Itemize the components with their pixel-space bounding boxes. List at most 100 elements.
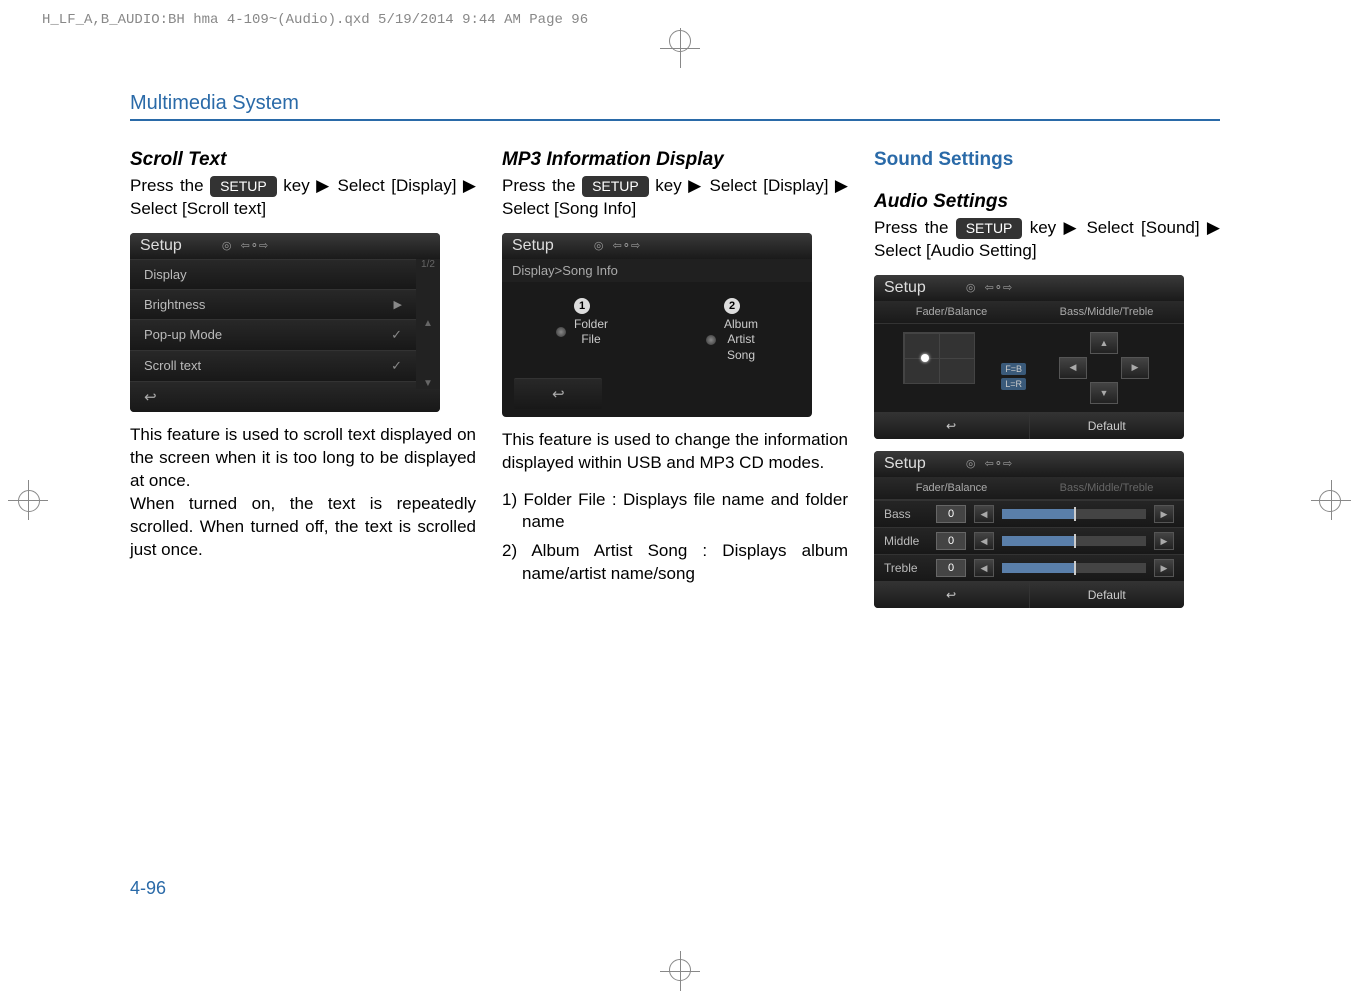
tab-fader: Fader/Balance	[874, 301, 1029, 323]
tab-bmt: Bass/Middle/Treble	[1029, 477, 1184, 499]
mp3-list1: 1) Folder File : Displays file name and …	[502, 489, 848, 535]
up-arrow-icon: ▲	[423, 318, 433, 329]
check-icon: ✓	[391, 358, 402, 374]
line3: Song	[727, 348, 755, 362]
return-icon: ↪	[552, 385, 565, 403]
header-icons: ◎ ⇦⚬⇨	[966, 457, 1012, 470]
crop-circle-right	[1319, 490, 1341, 512]
middle-value: 0	[936, 532, 966, 550]
page-content: Multimedia System Scroll Text Press the …	[130, 92, 1220, 620]
screenshot-title: Setup	[512, 237, 554, 255]
instr-part1: Press the	[874, 218, 956, 237]
fader-grid	[903, 332, 975, 384]
crop-circle-left	[18, 490, 40, 512]
tag-lr: L=R	[1001, 378, 1026, 390]
screenshot-header: Setup ◎ ⇦⚬⇨	[874, 275, 1184, 301]
default-button: Default	[1030, 582, 1185, 608]
page-number: 4-96	[130, 878, 166, 899]
left-arrow: ◀	[974, 532, 994, 550]
return-icon: ↪	[946, 588, 956, 602]
scroll-text-heading: Scroll Text	[130, 149, 476, 171]
middle-label: Middle	[884, 534, 928, 548]
check-icon: ✓	[391, 327, 402, 343]
return-icon: ↪	[144, 388, 157, 406]
mp3-instruction: Press the SETUP key ▶ Select [Display] ▶…	[502, 175, 848, 221]
screenshot-title: Setup	[140, 237, 182, 255]
sound-settings-heading: Sound Settings	[874, 149, 1220, 171]
back-button: ↪	[874, 582, 1030, 608]
middle-slider	[1002, 536, 1146, 546]
badge-2: 2	[724, 298, 740, 314]
header-icons: ◎ ⇦⚬⇨	[222, 239, 268, 252]
right-arrow: ▶	[1154, 559, 1174, 577]
bass-row: Bass 0 ◀ ▶	[874, 500, 1184, 527]
brightness-label: Brightness	[144, 297, 205, 312]
instr-part1: Press the	[502, 176, 582, 195]
left-button: ◀	[1059, 357, 1087, 379]
tabs: Fader/Balance Bass/Middle/Treble	[874, 301, 1184, 324]
tag-fb: F=B	[1001, 363, 1026, 375]
treble-slider	[1002, 563, 1146, 573]
song-info-screenshot: Setup ◎ ⇦⚬⇨ Display>Song Info 1 Folder F…	[502, 233, 812, 417]
column-1: Scroll Text Press the SETUP key ▶ Select…	[130, 149, 476, 620]
tab-bmt: Bass/Middle/Treble	[1029, 301, 1184, 323]
option-label: Folder File	[574, 317, 608, 348]
scroll-label: Scroll text	[144, 358, 201, 373]
breadcrumb: Display>Song Info	[502, 259, 812, 282]
option-label: Album Artist Song	[724, 317, 758, 364]
audio-settings-heading: Audio Settings	[874, 191, 1220, 213]
tab-fader: Fader/Balance	[874, 477, 1029, 499]
popup-label: Pop-up Mode	[144, 327, 222, 342]
right-arrow: ▶	[1154, 532, 1174, 550]
section-header: Multimedia System	[130, 92, 1220, 121]
radio-icon	[706, 335, 716, 345]
back-button: ↪	[130, 381, 440, 412]
instr-part1: Press the	[130, 176, 210, 195]
line2: Artist	[727, 332, 754, 346]
header-icons: ◎ ⇦⚬⇨	[594, 239, 640, 252]
down-arrow-icon: ▼	[423, 378, 433, 389]
footer: ↪ Default	[874, 581, 1184, 608]
screenshot-title: Setup	[884, 455, 926, 473]
back-button: ↪	[514, 378, 602, 409]
line1: Album	[724, 317, 758, 331]
setup-key: SETUP	[582, 176, 649, 197]
option-folder-file: 1 Folder File	[522, 296, 642, 364]
display-label: Display	[144, 267, 187, 282]
option-album-artist: 2 Album Artist Song	[672, 296, 792, 364]
bass-value: 0	[936, 505, 966, 523]
bass-slider	[1002, 509, 1146, 519]
screenshot-header: Setup ◎ ⇦⚬⇨	[874, 451, 1184, 477]
footer: ↪ Default	[874, 412, 1184, 439]
down-button: ▼	[1090, 382, 1118, 404]
scrollbar: 1/2 ▲ ▼	[416, 259, 440, 389]
header-icons: ◎ ⇦⚬⇨	[966, 281, 1012, 294]
display-row: Display	[130, 259, 416, 289]
bmt-screenshot: Setup ◎ ⇦⚬⇨ Fader/Balance Bass/Middle/Tr…	[874, 451, 1184, 608]
fader-tags: F=B L=R	[1001, 332, 1026, 404]
columns: Scroll Text Press the SETUP key ▶ Select…	[130, 149, 1220, 620]
setup-key: SETUP	[956, 218, 1023, 239]
popup-row: Pop-up Mode ✓	[130, 319, 416, 350]
page-indicator: 1/2	[421, 259, 435, 270]
fader-content: F=B L=R ▲ ◀ ▶ ▼	[874, 324, 1184, 412]
up-button: ▲	[1090, 332, 1118, 354]
crop-circle-bottom	[669, 959, 691, 981]
info-options: 1 Folder File 2	[502, 282, 812, 378]
brightness-row: Brightness ▶	[130, 289, 416, 319]
back-button: ↪	[874, 413, 1030, 439]
screenshot-header: Setup ◎ ⇦⚬⇨	[130, 233, 440, 259]
setup-key: SETUP	[210, 176, 277, 197]
line2: File	[581, 332, 600, 346]
middle-row: Middle 0 ◀ ▶	[874, 527, 1184, 554]
badge-1: 1	[574, 298, 590, 314]
audio-instruction: Press the SETUP key ▶ Select [Sound] ▶ S…	[874, 217, 1220, 263]
right-button: ▶	[1121, 357, 1149, 379]
arrow-icon: ▶	[394, 298, 402, 311]
mp3-para1: This feature is used to change the infor…	[502, 429, 848, 475]
treble-label: Treble	[884, 561, 928, 575]
mp3-list2: 2) Album Artist Song : Displays album na…	[502, 540, 848, 586]
bass-label: Bass	[884, 507, 928, 521]
tabs: Fader/Balance Bass/Middle/Treble	[874, 477, 1184, 500]
treble-value: 0	[936, 559, 966, 577]
